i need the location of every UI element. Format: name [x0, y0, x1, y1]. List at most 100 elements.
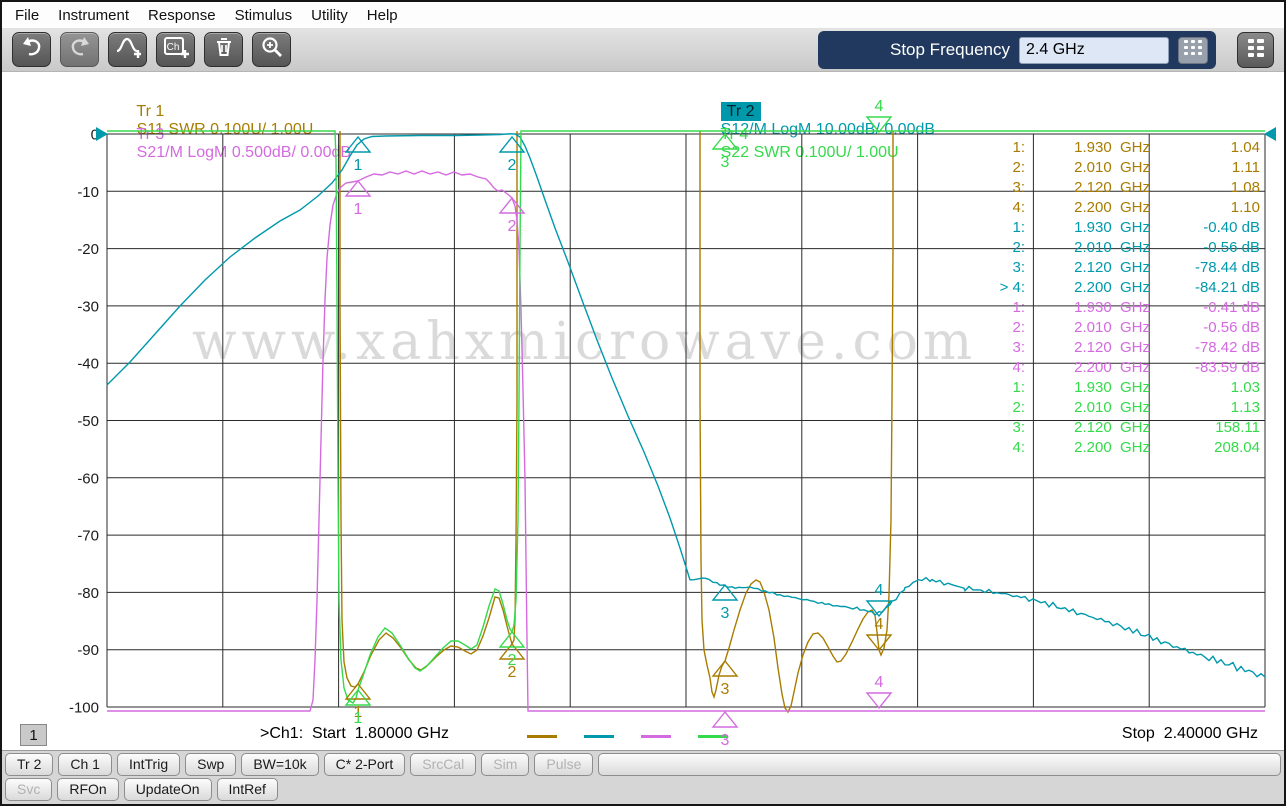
- y-axis-labels: 0 -10 -20 -30 -40 -50 -60 -70 -80 -90 -100: [69, 127, 99, 717]
- y-axis-label: -70: [77, 528, 99, 545]
- marker-frequency: 1.930 GHz: [1074, 379, 1150, 396]
- menu-help[interactable]: Help: [367, 7, 398, 24]
- marker-4-glyph[interactable]: [865, 692, 893, 710]
- marker-3-label: 3: [721, 681, 730, 698]
- softkey-updateon[interactable]: UpdateOn: [123, 778, 212, 801]
- marker-4-label: 4: [875, 616, 884, 633]
- menu-response[interactable]: Response: [148, 7, 216, 24]
- undo-icon: [20, 36, 44, 63]
- marker-3-glyph[interactable]: [711, 659, 739, 677]
- redo-button[interactable]: [60, 32, 99, 67]
- marker-2-glyph[interactable]: [498, 642, 526, 660]
- softkey-panel-toggle-button[interactable]: [1237, 32, 1274, 68]
- marker-frequency: 2.010 GHz: [1074, 319, 1150, 336]
- menu-file[interactable]: File: [15, 7, 39, 24]
- softkey-c-2-port[interactable]: C* 2-Port: [323, 753, 406, 776]
- y-axis-label: -90: [77, 642, 99, 659]
- legend-dash-tr2: [584, 735, 614, 738]
- marker-value: 1.04: [1230, 139, 1260, 156]
- add-trace-button[interactable]: [108, 32, 147, 67]
- softkey-intref[interactable]: IntRef: [216, 778, 278, 801]
- menu-stimulus[interactable]: Stimulus: [235, 7, 293, 24]
- marker-1-glyph[interactable]: [344, 682, 372, 700]
- marker-value: -84.21 dB: [1194, 279, 1260, 296]
- marker-value: -83.59 dB: [1194, 359, 1260, 376]
- zoom-button[interactable]: [252, 32, 291, 67]
- toolbar: Ch Stop Frequency: [2, 28, 1284, 72]
- marker-number: > 4:: [999, 279, 1025, 296]
- marker-3-glyph[interactable]: [711, 583, 739, 601]
- marker-value: -78.42 dB: [1194, 339, 1260, 356]
- marker-value: 1.10: [1230, 199, 1260, 216]
- marker-value: -0.56 dB: [1203, 239, 1260, 256]
- menu-instrument[interactable]: Instrument: [58, 7, 129, 24]
- marker-number: 2:: [1012, 239, 1025, 256]
- softkey-inttrig[interactable]: IntTrig: [116, 753, 181, 776]
- softkey-rfon[interactable]: RFOn: [57, 778, 119, 801]
- marker-value: -0.40 dB: [1203, 219, 1260, 236]
- marker-table-row: 3: 2.120 GHz -78.44 dB: [985, 258, 1260, 278]
- marker-frequency: 2.010 GHz: [1074, 239, 1150, 256]
- add-channel-button[interactable]: Ch: [156, 32, 195, 67]
- stop-frequency-input[interactable]: [1019, 36, 1169, 64]
- softkey-row-2: Svc RFOn UpdateOn IntRef: [5, 778, 1281, 802]
- delete-button[interactable]: [204, 32, 243, 67]
- marker-number: 1:: [1012, 139, 1025, 156]
- softkey-tr-2[interactable]: Tr 2: [5, 753, 54, 776]
- channel-status-bar: 1 >Ch1: Start 1.80000 GHz Stop 2.40000 G…: [2, 722, 1284, 750]
- marker-1-glyph[interactable]: [344, 179, 372, 197]
- marker-1-glyph[interactable]: [344, 688, 372, 706]
- marker-4-glyph[interactable]: [865, 634, 893, 652]
- add-trace-icon: [115, 35, 142, 64]
- ref-level-indicator-left: [96, 127, 108, 141]
- marker-table-row: 4: 2.200 GHz 208.04: [985, 438, 1260, 458]
- softkey-row-1: Tr 2 Ch 1 IntTrig Swp BW=10k C* 2-Port SrcCal S…: [5, 753, 1281, 777]
- marker-number: 3:: [1012, 259, 1025, 276]
- marker-frequency: 2.200 GHz: [1074, 199, 1150, 216]
- marker-table-row: 1: 1.930 GHz 1.04: [985, 138, 1260, 158]
- marker-3-label: 3: [721, 605, 730, 622]
- softkey-srccal: SrcCal: [410, 753, 477, 776]
- channel-badge: 1: [20, 724, 47, 746]
- marker-frequency: 2.120 GHz: [1074, 419, 1150, 436]
- marker-1-label: 1: [354, 157, 363, 174]
- marker-number: 4:: [1012, 359, 1025, 376]
- start-frequency-text[interactable]: >Ch1: Start 1.80000 GHz: [260, 725, 449, 743]
- marker-table-row: 3: 2.120 GHz 1.08: [985, 178, 1260, 198]
- marker-number: 4:: [1012, 199, 1025, 216]
- marker-frequency: 2.200 GHz: [1074, 279, 1150, 296]
- marker-table-row: 4: 2.200 GHz 1.10: [985, 198, 1260, 218]
- softkey-panel-icon: [1247, 38, 1265, 63]
- marker-number: 2:: [1012, 159, 1025, 176]
- softkey-bw-10k[interactable]: BW=10k: [241, 753, 319, 776]
- marker-2-glyph[interactable]: [498, 196, 526, 214]
- marker-frequency: 1.930 GHz: [1074, 219, 1150, 236]
- keypad-button[interactable]: [1178, 36, 1208, 64]
- marker-frequency: 2.010 GHz: [1074, 159, 1150, 176]
- marker-4-glyph[interactable]: [865, 600, 893, 618]
- y-axis-label: -80: [77, 585, 99, 602]
- y-axis-label: -10: [77, 184, 99, 201]
- softkey-swp[interactable]: Swp: [185, 753, 237, 776]
- marker-frequency: 2.120 GHz: [1074, 339, 1150, 356]
- marker-value: 208.04: [1214, 439, 1260, 456]
- stop-frequency-text[interactable]: Stop 2.40000 GHz: [1122, 725, 1258, 743]
- menu-utility[interactable]: Utility: [311, 7, 348, 24]
- marker-2-glyph[interactable]: [498, 135, 526, 153]
- marker-frequency: 2.120 GHz: [1074, 179, 1150, 196]
- marker-value: 1.11: [1231, 159, 1260, 176]
- marker-table-row: 3: 2.120 GHz 158.11: [985, 418, 1260, 438]
- add-channel-icon: Ch: [163, 35, 189, 64]
- softkey-ch-1[interactable]: Ch 1: [58, 753, 112, 776]
- menu-bar: File Instrument Response Stimulus Utilit…: [2, 2, 1284, 28]
- y-axis-label: -60: [77, 470, 99, 487]
- trace3-selector[interactable]: Tr 3: [136, 126, 164, 143]
- softkey-pulse: Pulse: [534, 753, 594, 776]
- marker-value: 1.08: [1230, 179, 1260, 196]
- marker-number: 2:: [1012, 399, 1025, 416]
- legend-dash-tr3: [641, 735, 671, 738]
- watermark: www.xahxmicrowave.com: [192, 312, 978, 372]
- trace4-format: S22 SWR 0.100U/ 1.00U: [720, 144, 899, 161]
- undo-button[interactable]: [12, 32, 51, 67]
- plot-area: www.xahxmicrowave.com Tr 1 S11 SWR 0.100…: [2, 72, 1284, 750]
